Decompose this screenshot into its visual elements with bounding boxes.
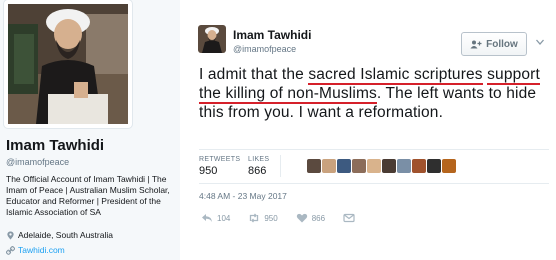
location-text: Adelaide, South Australia — [18, 230, 113, 240]
stats-top-divider — [199, 149, 549, 150]
retweet-icon — [250, 213, 259, 223]
like-action-count: 866 — [311, 213, 326, 223]
liker-avatar[interactable] — [442, 159, 456, 173]
profile-avatar[interactable] — [4, 0, 132, 128]
stats-separator — [280, 155, 281, 177]
liker-avatar[interactable] — [352, 159, 366, 173]
author-photo-icon — [198, 25, 226, 53]
follow-button[interactable]: Follow — [461, 32, 527, 56]
reply-icon — [202, 214, 212, 222]
add-user-icon — [470, 40, 482, 48]
tweet-card: Imam Tawhidi @imamofpeace Follow I admit… — [193, 15, 556, 260]
tweet-author-name[interactable]: Imam Tawhidi — [233, 28, 311, 42]
profile-handle[interactable]: @imamofpeace — [6, 157, 69, 167]
heart-icon — [296, 213, 307, 223]
link-icon — [6, 245, 15, 255]
liker-avatar[interactable] — [427, 159, 441, 173]
profile-bio: The Official Account of Imam Tawhidi | T… — [6, 174, 170, 217]
follow-label: Follow — [486, 38, 518, 50]
profile-name[interactable]: Imam Tawhidi — [6, 137, 104, 154]
reply-count: 104 — [217, 213, 231, 223]
tweet-author-handle[interactable]: @imamofpeace — [233, 44, 296, 54]
retweets-label: RETWEETS — [199, 156, 241, 163]
profile-website[interactable]: Tawhidi.com — [6, 245, 65, 255]
retweet-action-count: 950 — [264, 213, 278, 223]
liker-avatar[interactable] — [322, 159, 336, 173]
tweet-text-start: I admit that the — [199, 66, 309, 83]
retweets-count[interactable]: 950 — [199, 165, 217, 177]
likes-count[interactable]: 866 — [248, 165, 266, 177]
direct-message-icon — [343, 213, 355, 223]
liker-avatar[interactable] — [337, 159, 351, 173]
liker-avatar[interactable] — [382, 159, 396, 173]
tweet-actions: 104 950 866 — [201, 213, 373, 223]
more-action[interactable] — [343, 213, 355, 223]
tweet-text: I admit that the sacred Islamic scriptur… — [199, 65, 549, 122]
stats-bottom-divider — [199, 183, 549, 184]
tweet-highlight-1: sacred Islamic scriptures — [308, 66, 483, 85]
liker-avatar[interactable] — [397, 159, 411, 173]
like-action[interactable]: 866 — [296, 213, 325, 223]
likers-avatars — [307, 159, 456, 173]
liker-avatar[interactable] — [412, 159, 426, 173]
profile-photo-icon — [8, 4, 128, 124]
reply-action[interactable]: 104 — [201, 213, 230, 223]
liker-avatar[interactable] — [367, 159, 381, 173]
likes-label: LIKES — [248, 156, 270, 163]
chevron-down-icon[interactable] — [535, 37, 545, 47]
tweet-timestamp[interactable]: 4:48 AM - 23 May 2017 — [199, 191, 287, 201]
profile-sidebar: Imam Tawhidi @imamofpeace The Official A… — [0, 0, 180, 260]
retweet-action[interactable]: 950 — [248, 213, 278, 223]
profile-location: Adelaide, South Australia — [6, 230, 113, 240]
tweet-author-avatar[interactable] — [198, 25, 226, 53]
website-link[interactable]: Tawhidi.com — [18, 245, 65, 255]
location-pin-icon — [7, 230, 14, 240]
liker-avatar[interactable] — [307, 159, 321, 173]
